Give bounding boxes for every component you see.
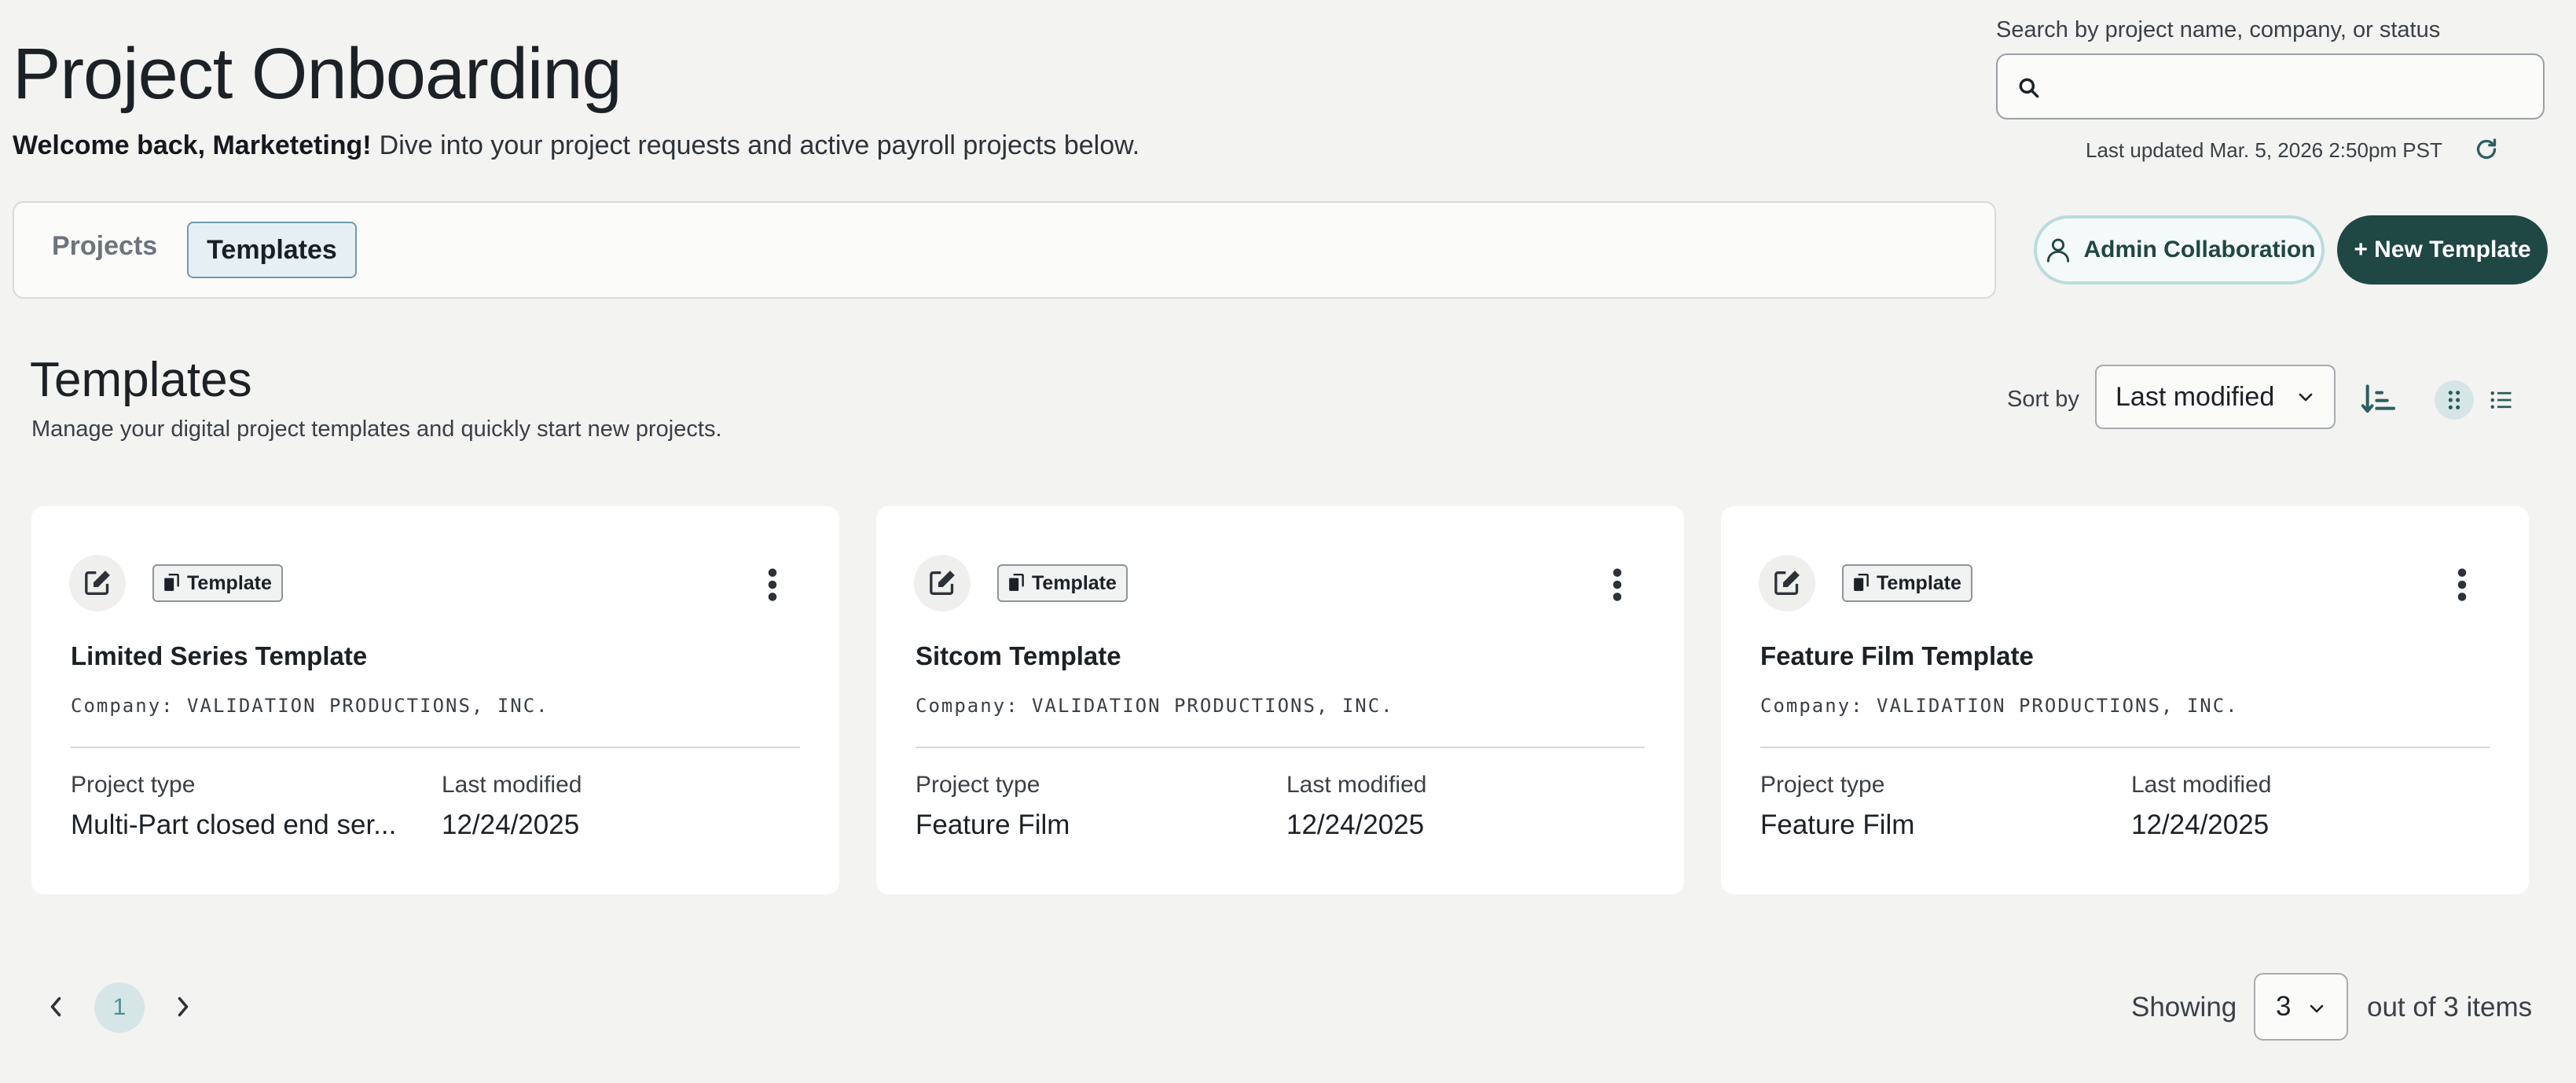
template-badge-label: Template bbox=[187, 571, 272, 594]
search-box[interactable] bbox=[1996, 53, 2545, 119]
chevron-down-icon bbox=[2310, 1004, 2324, 1013]
welcome-greeting: Welcome back, Marketeting! bbox=[13, 130, 372, 160]
grid-view-button[interactable] bbox=[2435, 380, 2474, 420]
page-title: Project Onboarding bbox=[13, 34, 622, 114]
sort-label: Sort by bbox=[2007, 387, 2079, 412]
copy-icon bbox=[164, 574, 179, 591]
search-label: Search by project name, company, or stat… bbox=[1996, 17, 2441, 42]
user-icon bbox=[2046, 238, 2069, 262]
template-card[interactable]: Template Feature Film Template Company: … bbox=[1721, 506, 2529, 894]
template-company: Company: VALIDATION PRODUCTIONS, INC. bbox=[916, 695, 1394, 717]
tab-projects[interactable]: Projects bbox=[52, 231, 157, 262]
last-modified-value: 12/24/2025 bbox=[2131, 809, 2270, 840]
template-company: Company: VALIDATION PRODUCTIONS, INC. bbox=[1760, 695, 2239, 717]
new-template-button[interactable]: + New Template bbox=[2337, 215, 2548, 285]
edit-button[interactable] bbox=[1759, 555, 1815, 611]
project-type-value: Multi-Part closed end ser... bbox=[71, 809, 397, 840]
project-type-label: Project type bbox=[1760, 772, 1885, 798]
last-modified-label: Last modified bbox=[2131, 772, 2272, 798]
sort-selected-value: Last modified bbox=[2115, 381, 2275, 412]
card-divider bbox=[1760, 747, 2490, 748]
showing-label: Showing bbox=[2131, 992, 2237, 1022]
copy-icon bbox=[1009, 574, 1024, 591]
project-type-value: Feature Film bbox=[916, 809, 1070, 840]
more-vertical-icon[interactable] bbox=[767, 567, 778, 602]
template-name[interactable]: Sitcom Template bbox=[916, 641, 1121, 671]
template-badge: Template bbox=[1842, 564, 1972, 602]
edit-icon bbox=[930, 571, 955, 595]
page-size-value: 3 bbox=[2276, 991, 2292, 1022]
admin-collaboration-label: Admin Collaboration bbox=[2083, 237, 2316, 262]
admin-collaboration-button[interactable]: Admin Collaboration bbox=[2034, 215, 2325, 285]
copy-icon bbox=[1854, 574, 1869, 591]
chevron-right-icon[interactable] bbox=[173, 995, 193, 1019]
last-modified-label: Last modified bbox=[442, 772, 582, 798]
template-card[interactable]: Template Sitcom Template Company: VALIDA… bbox=[876, 506, 1684, 894]
section-subtitle: Manage your digital project templates an… bbox=[31, 417, 722, 442]
edit-icon bbox=[85, 571, 110, 595]
section-title: Templates bbox=[30, 353, 252, 407]
last-updated-text: Last updated Mar. 5, 2026 2:50pm PST bbox=[2086, 138, 2442, 162]
welcome-message: Welcome back, Marketeting! Dive into your… bbox=[13, 130, 1139, 161]
template-card[interactable]: Template Limited Series Template Company… bbox=[31, 506, 839, 894]
template-name[interactable]: Feature Film Template bbox=[1760, 641, 2034, 671]
chevron-down-icon bbox=[2299, 393, 2313, 402]
last-modified-value: 12/24/2025 bbox=[442, 809, 580, 840]
edit-button[interactable] bbox=[69, 555, 126, 611]
list-view-icon[interactable] bbox=[2490, 388, 2513, 412]
search-input[interactable] bbox=[2053, 63, 2532, 110]
project-type-value: Feature Film bbox=[1760, 809, 1915, 840]
refresh-icon[interactable] bbox=[2472, 135, 2501, 163]
template-badge-label: Template bbox=[1032, 571, 1117, 594]
edit-icon bbox=[1774, 571, 1800, 595]
total-items-text: out of 3 items bbox=[2367, 992, 2533, 1022]
last-modified-label: Last modified bbox=[1286, 772, 1427, 798]
template-name[interactable]: Limited Series Template bbox=[71, 641, 367, 671]
grid-icon bbox=[2448, 391, 2460, 409]
search-icon bbox=[2019, 78, 2039, 98]
template-company: Company: VALIDATION PRODUCTIONS, INC. bbox=[71, 695, 549, 717]
template-badge: Template bbox=[997, 564, 1128, 602]
template-badge: Template bbox=[152, 564, 283, 602]
page-number-button[interactable]: 1 bbox=[94, 982, 145, 1033]
last-modified-value: 12/24/2025 bbox=[1286, 809, 1425, 840]
project-type-label: Project type bbox=[916, 772, 1040, 798]
tab-templates[interactable]: Templates bbox=[187, 222, 357, 278]
more-vertical-icon[interactable] bbox=[1612, 567, 1623, 602]
sort-select[interactable]: Last modified bbox=[2095, 365, 2336, 429]
template-badge-label: Template bbox=[1877, 571, 1961, 594]
project-type-label: Project type bbox=[71, 772, 196, 798]
sort-direction-icon[interactable] bbox=[2361, 384, 2395, 415]
card-divider bbox=[71, 747, 800, 748]
card-divider bbox=[916, 747, 1645, 748]
more-vertical-icon[interactable] bbox=[2457, 567, 2468, 602]
edit-button[interactable] bbox=[914, 555, 971, 611]
chevron-left-icon[interactable] bbox=[46, 995, 66, 1019]
welcome-text: Dive into your project requests and acti… bbox=[379, 130, 1140, 160]
page-size-select[interactable]: 3 bbox=[2254, 973, 2348, 1041]
